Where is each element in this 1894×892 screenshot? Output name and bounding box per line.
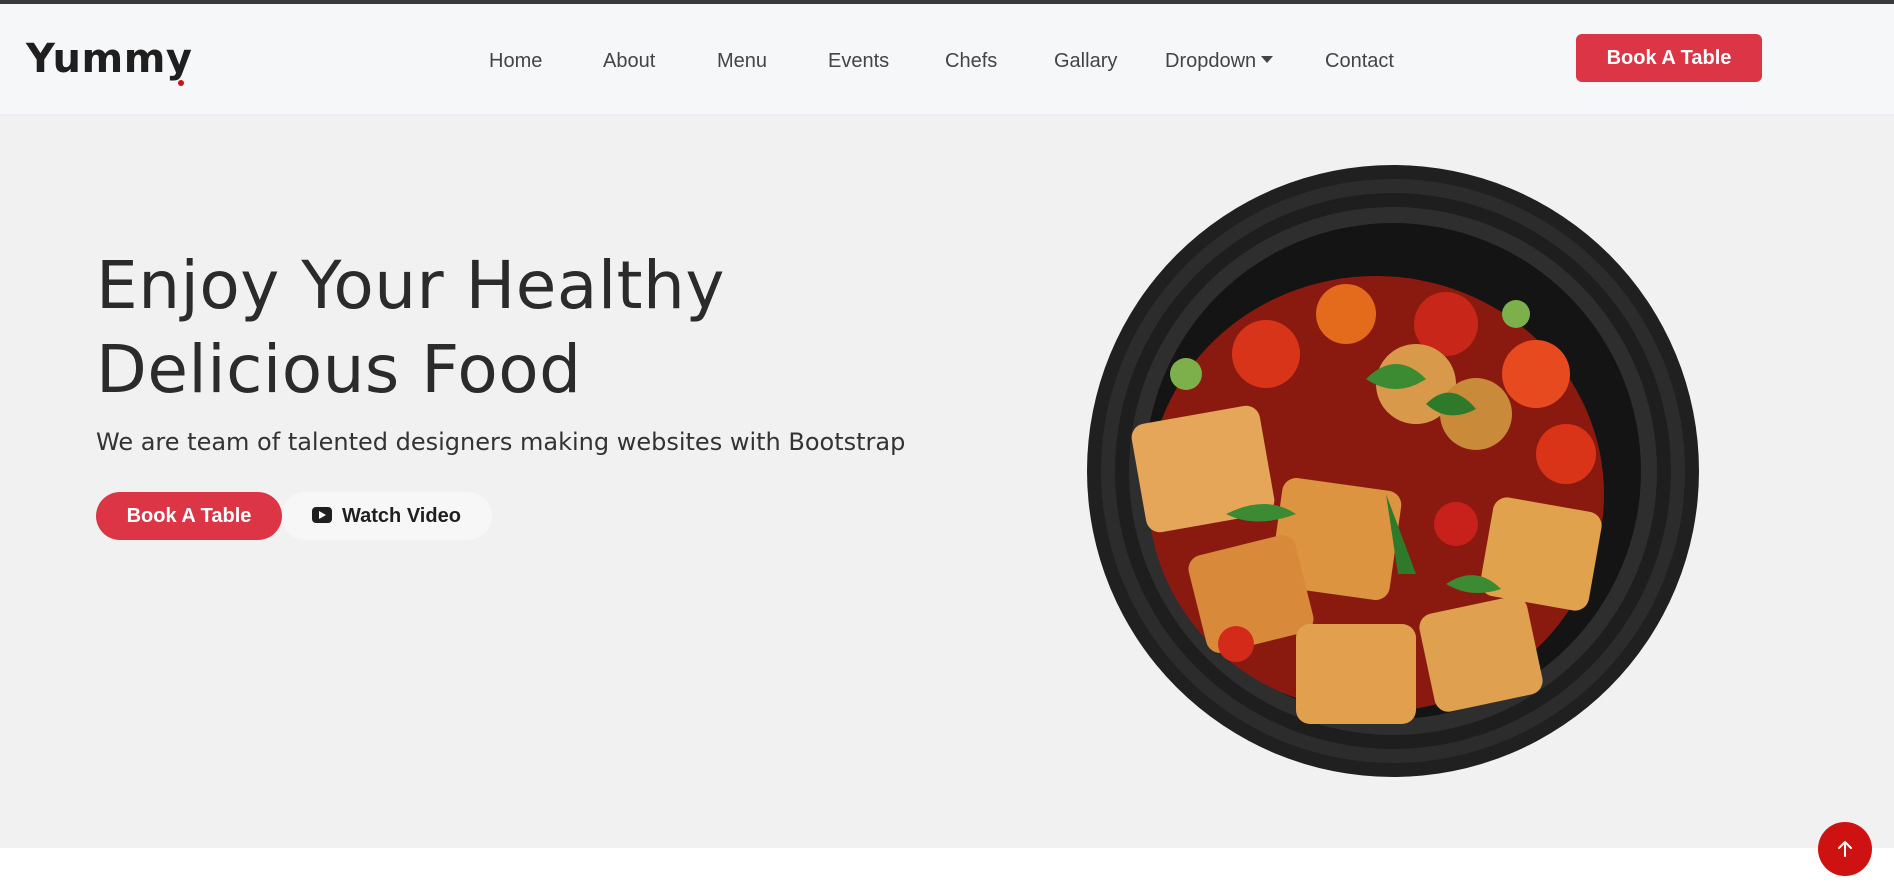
- nav-home[interactable]: Home: [489, 50, 542, 73]
- nav-chefs[interactable]: Chefs: [945, 50, 997, 73]
- scroll-to-top-button[interactable]: [1818, 822, 1872, 876]
- caret-down-icon: [1261, 56, 1274, 64]
- nav-dropdown-label: Dropdown: [1165, 50, 1257, 72]
- book-table-header-button[interactable]: Book A Table: [1576, 34, 1762, 82]
- hero-title-line-2: Delicious Food: [96, 331, 582, 408]
- arrow-up-icon: [1838, 841, 1852, 857]
- watch-video-label: Watch Video: [342, 505, 461, 527]
- food-bowl-image: [1087, 165, 1699, 777]
- nav-about[interactable]: About: [603, 50, 655, 73]
- nav-contact[interactable]: Contact: [1325, 50, 1394, 73]
- nav-gallary[interactable]: Gallary: [1054, 50, 1117, 73]
- hero-subtitle: We are team of talented designers making…: [96, 428, 906, 456]
- nav-events[interactable]: Events: [828, 50, 889, 73]
- hero-title-line-1: Enjoy Your Healthy: [96, 247, 725, 324]
- logo[interactable]: Yummy: [26, 36, 192, 82]
- watch-video-button[interactable]: Watch Video: [282, 492, 492, 540]
- youtube-play-icon: [312, 507, 332, 523]
- hero-section: Enjoy Your Healthy Delicious Food We are…: [0, 116, 1894, 848]
- nav-dropdown[interactable]: Dropdown: [1165, 50, 1274, 73]
- hero-title: Enjoy Your Healthy Delicious Food: [96, 244, 856, 412]
- book-table-hero-button[interactable]: Book A Table: [96, 492, 282, 540]
- nav-menu[interactable]: Menu: [717, 50, 767, 73]
- logo-dot: [178, 80, 184, 86]
- site-header: Yummy Home About Menu Events Chefs Galla…: [0, 4, 1894, 116]
